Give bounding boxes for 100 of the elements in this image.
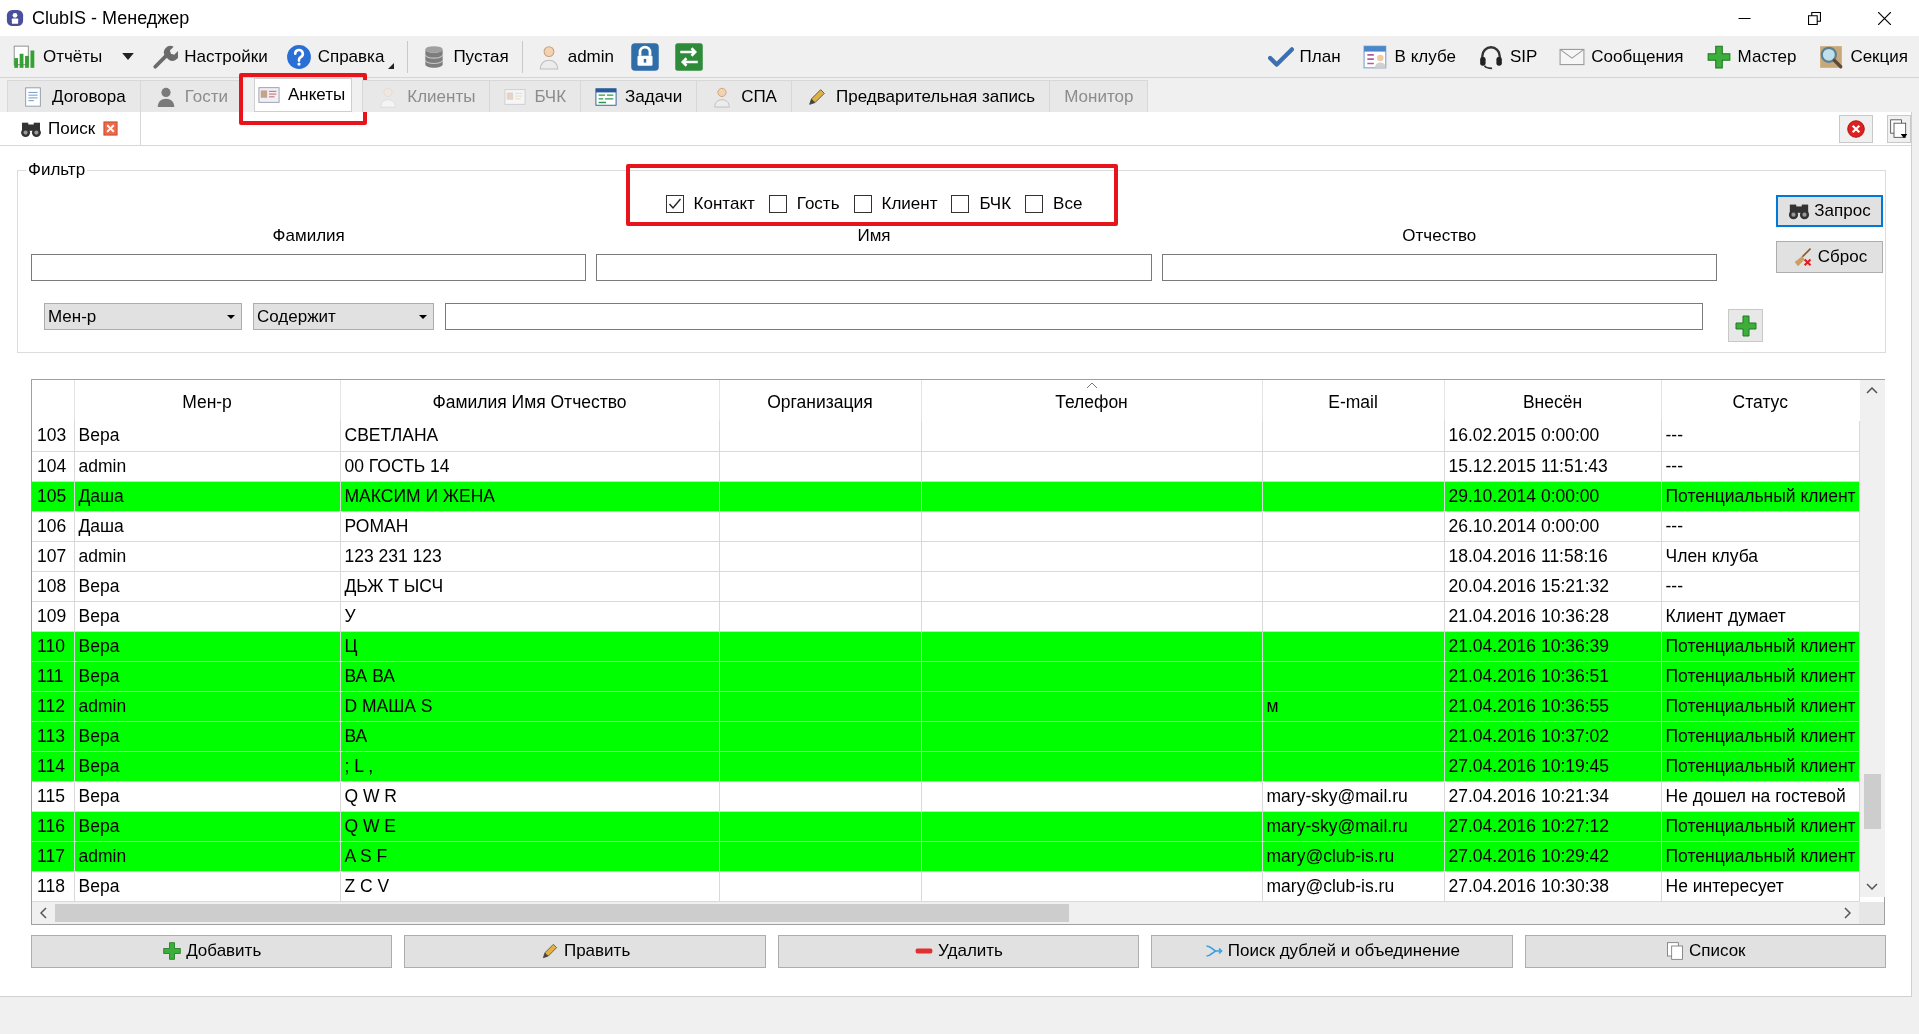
table-row[interactable]: 110 Вера Ц 21.04.2016 10:36:39 Потенциальный клиент <box>32 631 1859 661</box>
action-button[interactable]: Список <box>1524 934 1886 968</box>
dropdown[interactable]: Содержит <box>253 303 434 330</box>
close-tab-button[interactable] <box>1839 114 1873 143</box>
table-cell: mary-sky@mail.ru <box>1262 781 1444 811</box>
filter-button[interactable]: Запрос <box>1776 195 1883 227</box>
scroll-right-icon[interactable] <box>1844 906 1851 919</box>
row-number: 111 <box>32 661 74 691</box>
table-row[interactable]: 105 Даша МАКСИМ И ЖЕНА 29.10.2014 0:00:00 Потенциальный клиент <box>32 481 1859 511</box>
table-row[interactable]: 113 Вера ВА 21.04.2016 10:37:02 Потенциальный клиент <box>32 721 1859 751</box>
toolbar-button[interactable]: В клубе <box>1357 43 1461 70</box>
scroll-down-icon[interactable] <box>1866 883 1878 890</box>
checkbox[interactable]: Контакт <box>665 194 755 214</box>
table-cell: 16.02.2015 0:00:00 <box>1444 421 1661 451</box>
row-number: 104 <box>32 451 74 481</box>
column-header[interactable]: Внесён <box>1444 380 1661 421</box>
table-cell: Вера <box>74 781 340 811</box>
toolbar-button[interactable]: План <box>1262 43 1346 70</box>
action-button[interactable]: Удалить <box>777 934 1140 968</box>
checkbox[interactable]: Клиент <box>853 194 938 214</box>
plus-icon <box>162 941 183 961</box>
table-row[interactable]: 111 Вера ВА ВА 21.04.2016 10:36:51 Потенциальный клиент <box>32 661 1859 691</box>
pencil-icon <box>539 941 560 961</box>
table-cell: 20.04.2016 15:21:32 <box>1444 571 1661 601</box>
plus-icon <box>1705 43 1732 70</box>
filter-button[interactable]: Сброс <box>1776 241 1883 273</box>
input-field[interactable] <box>445 303 1703 330</box>
toolbar-button[interactable]: Мастер <box>1700 43 1802 70</box>
toolbar-button[interactable]: Отчёты <box>6 43 140 70</box>
row-number: 112 <box>32 691 74 721</box>
bar-chart-icon <box>11 43 37 70</box>
table-row[interactable]: 115 Вера Q W R mary-sky@mail.ru 27.04.2016 10:21:34 Не дошел на гостевой <box>32 781 1859 811</box>
table-row[interactable]: 108 Вера ДЬЖ Т ЫСЧ 20.04.2016 15:21:32 --- <box>32 571 1859 601</box>
table-row[interactable]: 118 Вера Z C V mary@club-is.ru 27.04.2016 10:30:38 Не интересует <box>32 871 1859 901</box>
table-cell: Потенциальный клиент <box>1661 751 1859 781</box>
column-header[interactable]: Статус <box>1661 380 1859 421</box>
table-row[interactable]: 112 admin D МАША S м 21.04.2016 10:36:55 Потенциальный клиент <box>32 691 1859 721</box>
table-cell: mary@club-is.ru <box>1262 871 1444 901</box>
table-row[interactable]: 106 Даша РОМАН 26.10.2014 0:00:00 --- <box>32 511 1859 541</box>
checkbox[interactable]: БЧК <box>951 194 1012 214</box>
minimize-icon <box>1737 17 1751 19</box>
row-number: 110 <box>32 631 74 661</box>
toolbar-button[interactable]: Пустая <box>416 43 514 70</box>
table-cell: ВА <box>340 721 719 751</box>
table-row[interactable]: 117 admin A S F mary@club-is.ru 27.04.2016 10:29:42 Потенциальный клиент <box>32 841 1859 871</box>
column-header[interactable]: E-mail <box>1262 380 1444 421</box>
table-cell: 21.04.2016 10:36:55 <box>1444 691 1661 721</box>
table-row[interactable]: 109 Вера У 21.04.2016 10:36:28 Клиент думает <box>32 601 1859 631</box>
scroll-left-icon[interactable] <box>40 906 47 919</box>
close-icon[interactable] <box>103 121 119 136</box>
table-row[interactable]: 116 Вера Q W E mary-sky@mail.ru 27.04.2016 10:27:12 Потенциальный клиент <box>32 811 1859 841</box>
tab[interactable]: СПА <box>696 80 792 112</box>
table-row[interactable]: 114 Вера ; L , 27.04.2016 10:19:45 Потенциальный клиент <box>32 751 1859 781</box>
table-row[interactable]: 104 admin 00 ГОСТЬ 14 15.12.2015 11:51:43 --- <box>32 451 1859 481</box>
tab[interactable]: Предварительная запись <box>790 80 1051 112</box>
table-cell: Вера <box>74 871 340 901</box>
toolbar-button[interactable]: Секция <box>1813 43 1913 70</box>
add-button[interactable] <box>1728 309 1763 342</box>
table-cell: ДЬЖ Т ЫСЧ <box>340 571 719 601</box>
input-field[interactable] <box>31 254 587 281</box>
toolbar-button[interactable]: Настройки <box>147 43 273 70</box>
input-field[interactable] <box>596 254 1152 281</box>
column-header[interactable]: Фамилия Имя Отчество <box>340 380 719 421</box>
action-button[interactable]: Поиск дублей и объединение <box>1151 934 1513 968</box>
table-cell: РОМАН <box>340 511 719 541</box>
vertical-scrollbar[interactable] <box>1859 380 1885 897</box>
checkbox[interactable]: Гость <box>768 194 840 214</box>
column-header[interactable]: Телефон <box>921 380 1262 421</box>
table-cell: 27.04.2016 10:21:34 <box>1444 781 1661 811</box>
tab[interactable]: Договора <box>7 80 141 112</box>
toolbar-button[interactable]: SIP <box>1472 43 1543 70</box>
window-menu-button[interactable] <box>1887 114 1911 143</box>
toolbar-button[interactable]: Сообщения <box>1554 43 1689 70</box>
action-button[interactable]: Добавить <box>31 934 393 968</box>
dropdown[interactable]: Мен-р <box>44 303 242 330</box>
table-cell: 21.04.2016 10:37:02 <box>1444 721 1661 751</box>
column-header[interactable]: Мен-р <box>74 380 340 421</box>
horizontal-scrollbar[interactable] <box>32 901 1859 924</box>
toolbar-button[interactable]: admin <box>530 43 619 70</box>
table-cell: ; L , <box>340 751 719 781</box>
table-row[interactable]: 103 Вера СВЕТЛАНА 16.02.2015 0:00:00 --- <box>32 421 1859 451</box>
checkbox[interactable]: Все <box>1025 194 1083 214</box>
row-number: 109 <box>32 601 74 631</box>
action-button[interactable]: Править <box>404 934 766 968</box>
table-cell: 27.04.2016 10:29:42 <box>1444 841 1661 871</box>
table-cell: Вера <box>74 751 340 781</box>
plus-icon <box>1733 313 1758 338</box>
scrollbar-thumb[interactable] <box>55 903 1069 922</box>
scroll-up-icon[interactable] <box>1866 387 1878 394</box>
toolbar-button[interactable]: Справка <box>280 43 400 70</box>
tab[interactable]: Задачи <box>580 80 698 112</box>
table-cell: Вера <box>74 421 340 451</box>
table-row[interactable]: 107 admin 123 231 123 18.04.2016 11:58:16 Член клуба <box>32 541 1859 571</box>
magnifier-icon <box>1818 43 1845 70</box>
headset-icon <box>1477 43 1504 70</box>
table-cell: Вера <box>74 631 340 661</box>
column-header[interactable]: Организация <box>719 380 921 421</box>
row-number: 103 <box>32 421 74 451</box>
scrollbar-thumb[interactable] <box>1863 774 1881 829</box>
input-field[interactable] <box>1161 254 1717 281</box>
